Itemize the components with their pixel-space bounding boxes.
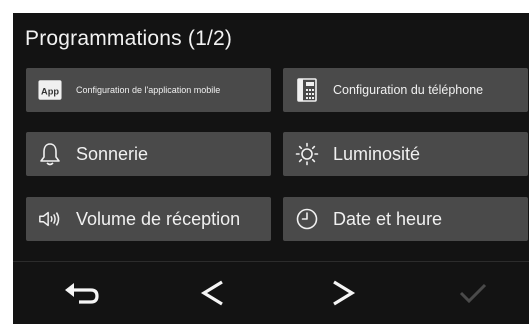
confirm-button[interactable] — [443, 273, 503, 317]
reception-volume-label: Volume de réception — [76, 208, 241, 229]
phone-icon — [295, 78, 319, 102]
app-icon-text: App — [41, 87, 59, 97]
chevron-right-icon — [330, 279, 356, 312]
app-icon: App — [38, 78, 62, 102]
reception-volume-button[interactable]: Volume de réception — [26, 197, 271, 241]
clock-icon — [295, 207, 319, 231]
brightness-button[interactable]: Luminosité — [283, 132, 528, 176]
ringtone-label: Sonnerie — [76, 143, 149, 164]
mobile-app-config-label: Configuration de l'application mobile — [76, 85, 221, 95]
phone-config-button[interactable]: Configuration du téléphone — [283, 68, 528, 112]
previous-page-button[interactable] — [183, 273, 243, 317]
checkmark-icon — [458, 281, 488, 310]
date-time-label: Date et heure — [333, 208, 443, 229]
next-page-button[interactable] — [313, 273, 373, 317]
brightness-icon — [295, 142, 319, 166]
divider — [13, 261, 529, 262]
page-title: Programmations (1/2) — [25, 27, 233, 50]
speaker-icon — [38, 207, 62, 231]
ringtone-button[interactable]: Sonnerie — [26, 132, 271, 176]
date-time-button[interactable]: Date et heure — [283, 197, 528, 241]
bell-icon — [38, 142, 62, 166]
phone-config-label: Configuration du téléphone — [333, 83, 484, 97]
brightness-label: Luminosité — [333, 143, 421, 164]
mobile-app-config-button[interactable]: App Configuration de l'application mobil… — [26, 68, 271, 112]
chevron-left-icon — [200, 279, 226, 312]
return-icon — [63, 281, 103, 310]
settings-screen: Programmations (1/2) App Configuration d… — [13, 13, 529, 324]
back-button[interactable] — [53, 273, 113, 317]
